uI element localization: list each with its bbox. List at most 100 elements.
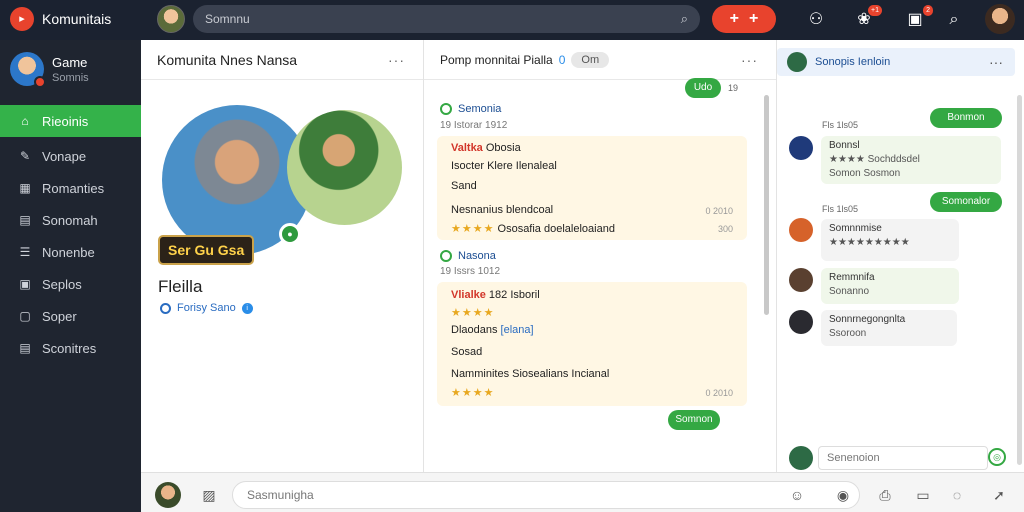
- box-icon: ▣: [19, 277, 31, 291]
- app-logo-icon: ▸: [10, 7, 34, 31]
- location-icon[interactable]: ◌: [946, 484, 968, 506]
- post-card[interactable]: Vlialke 182 Isboril ★★★★ Dlaodans [elana…: [437, 282, 747, 406]
- feed-top-button[interactable]: Udo: [685, 78, 721, 98]
- search-input[interactable]: Somnnu: [205, 12, 250, 26]
- sidebar-item-7[interactable]: ▢ Soper: [0, 300, 141, 332]
- chat-text: Bonnsl: [829, 140, 860, 151]
- chat-text-3: Somon Sosmon: [829, 168, 901, 179]
- chat-message-sent[interactable]: Bonmon: [930, 108, 1002, 128]
- send-icon[interactable]: ◎: [988, 448, 1006, 466]
- feed-scrollbar[interactable]: [764, 95, 769, 315]
- hero-subtitle[interactable]: Forisy Sano i: [160, 302, 253, 314]
- chat-user-avatar[interactable]: [789, 268, 813, 292]
- chat-message[interactable]: Remmnifa Sonanno: [821, 268, 959, 304]
- info-icon: i: [241, 302, 253, 314]
- user-icon[interactable]: ⚇: [804, 8, 828, 32]
- gift-badge: 2: [923, 5, 933, 16]
- hero-logo: Ser Gu Gsa: [158, 235, 255, 265]
- chat-message[interactable]: Somnnmise ★★★★★★★★★: [821, 219, 959, 261]
- feed-filter-pill[interactable]: Om: [571, 51, 610, 68]
- home-icon: ⌂: [21, 114, 29, 128]
- chat-user-avatar[interactable]: [789, 136, 813, 160]
- profile-name: Game: [52, 54, 88, 70]
- add-icon: +: [729, 10, 739, 27]
- post-author[interactable]: Nasona: [440, 250, 496, 262]
- post-link[interactable]: [elana]: [501, 324, 534, 336]
- chat-timestamp: Fls 1ls05: [822, 204, 859, 214]
- more-icon[interactable]: ···: [388, 52, 405, 68]
- chart-icon: ▦: [19, 181, 31, 195]
- user-avatar[interactable]: [985, 4, 1015, 34]
- post-lead-rest: 182 Isboril: [488, 289, 540, 301]
- post-card[interactable]: Valtka Obosia Isocter Klere Ilenaleal Sa…: [437, 136, 747, 240]
- post-line-4: Nesnanius blendcoal: [451, 204, 554, 216]
- sidebar-item-8[interactable]: ▤ Sconitres: [0, 332, 141, 364]
- chat-header[interactable]: Sonopis Ienloin ···: [777, 48, 1015, 76]
- search-top-icon[interactable]: ⌕: [942, 8, 966, 32]
- hero-sub-text: Forisy Sano: [177, 302, 236, 314]
- sticker-icon[interactable]: ◉: [832, 484, 854, 506]
- chat-text-2: Ssoroon: [829, 328, 867, 339]
- sidebar-item-2[interactable]: ✎ Vonape: [0, 140, 141, 172]
- sidebar-item-3[interactable]: ▦ Romanties: [0, 172, 141, 204]
- chat-message-sent[interactable]: Somonalor: [930, 192, 1002, 212]
- gift-icon[interactable]: ▣ 2: [903, 5, 933, 32]
- sidebar-profile[interactable]: Game Somnis: [10, 52, 89, 88]
- post-reply-button[interactable]: Somnon: [668, 410, 720, 430]
- status-dot: [34, 76, 46, 88]
- chat-text: Remmnifa: [829, 272, 875, 283]
- chat-message[interactable]: Sonnrnegongnlta Ssoroon: [821, 310, 957, 346]
- hero-character-image-2: [287, 110, 402, 225]
- add-button[interactable]: + +: [712, 5, 776, 33]
- post-line-2: Isocter Klere Ilenaleal: [451, 160, 557, 172]
- community-avatar[interactable]: [157, 5, 185, 33]
- post-stars: ★★★★: [451, 306, 494, 319]
- more-icon[interactable]: ···: [741, 52, 758, 68]
- sidebar-item-4[interactable]: ▤ Sonomah: [0, 204, 141, 236]
- chat-user-avatar[interactable]: [789, 310, 813, 334]
- profile-sub: Somnis: [52, 71, 89, 84]
- community-hero[interactable]: Ser Gu Gsa ●: [158, 105, 412, 305]
- online-icon: ●: [279, 223, 301, 245]
- feed-title: Pomp monnitai Pialla: [440, 52, 553, 67]
- post-meta: 19 Issrs 1012: [440, 266, 501, 277]
- search-bar[interactable]: Somnnu ⌕: [193, 5, 700, 33]
- sidebar-item-5[interactable]: ☰ Nonenbe: [0, 236, 141, 268]
- author-icon: [440, 250, 452, 262]
- sidebar-item-6[interactable]: ▣ Seplos: [0, 268, 141, 300]
- attach-icon[interactable]: ⎙: [874, 484, 896, 506]
- sidebar-item-label: Sconitres: [42, 340, 97, 356]
- post-author[interactable]: Semonia: [440, 103, 501, 115]
- image-icon[interactable]: ▨: [198, 484, 220, 506]
- more-icon[interactable]: ···: [989, 54, 1003, 70]
- hero-title: Fleilla: [158, 277, 203, 296]
- chat-message[interactable]: Bonnsl ★★★★ Sochddsdel Somon Sosmon: [821, 136, 1001, 184]
- community-header: Komunita Nnes Nansa ···: [141, 40, 423, 80]
- post-author-name: Nasona: [458, 250, 496, 262]
- profile-avatar: [10, 52, 46, 88]
- chat-self-avatar: [789, 446, 813, 470]
- chat-user-avatar[interactable]: [789, 218, 813, 242]
- post-line-4: Sosad: [451, 346, 483, 358]
- post-line-5-meta: 300: [717, 224, 733, 234]
- brand[interactable]: ▸ Komunitais: [10, 7, 111, 31]
- post-line-5: Namminites Siosealians Incianal: [451, 368, 610, 380]
- emoji-icon[interactable]: ☺: [786, 484, 808, 506]
- chat-scrollbar[interactable]: [1017, 95, 1022, 465]
- sidebar-item-home[interactable]: ⌂ Rieoinis: [0, 105, 141, 137]
- chat-input[interactable]: Senenoion: [818, 446, 988, 470]
- post-line-6-meta: 0 2010: [705, 388, 733, 398]
- post-line-5: ★★★★ Ososafia doelaleloaiand: [451, 222, 615, 235]
- chat-text-2: Sonanno: [829, 286, 870, 297]
- chat-icon[interactable]: ❀ +1: [852, 5, 882, 32]
- app-title: Komunitais: [42, 11, 112, 27]
- sidebar-item-label: Seplos: [42, 276, 82, 292]
- chat-title: Sonopis Ienloin: [815, 56, 891, 68]
- calendar-icon[interactable]: ▭: [912, 484, 934, 506]
- search-icon[interactable]: ⌕: [681, 11, 688, 27]
- rating-stars: ★★★★: [451, 387, 495, 399]
- composer-input[interactable]: Sasmunigha: [232, 481, 860, 509]
- send-button-icon[interactable]: ➚: [988, 484, 1010, 506]
- chat-text: Sonnrnegongnlta: [829, 314, 906, 325]
- sidebar-item-label: Romanties: [42, 180, 105, 196]
